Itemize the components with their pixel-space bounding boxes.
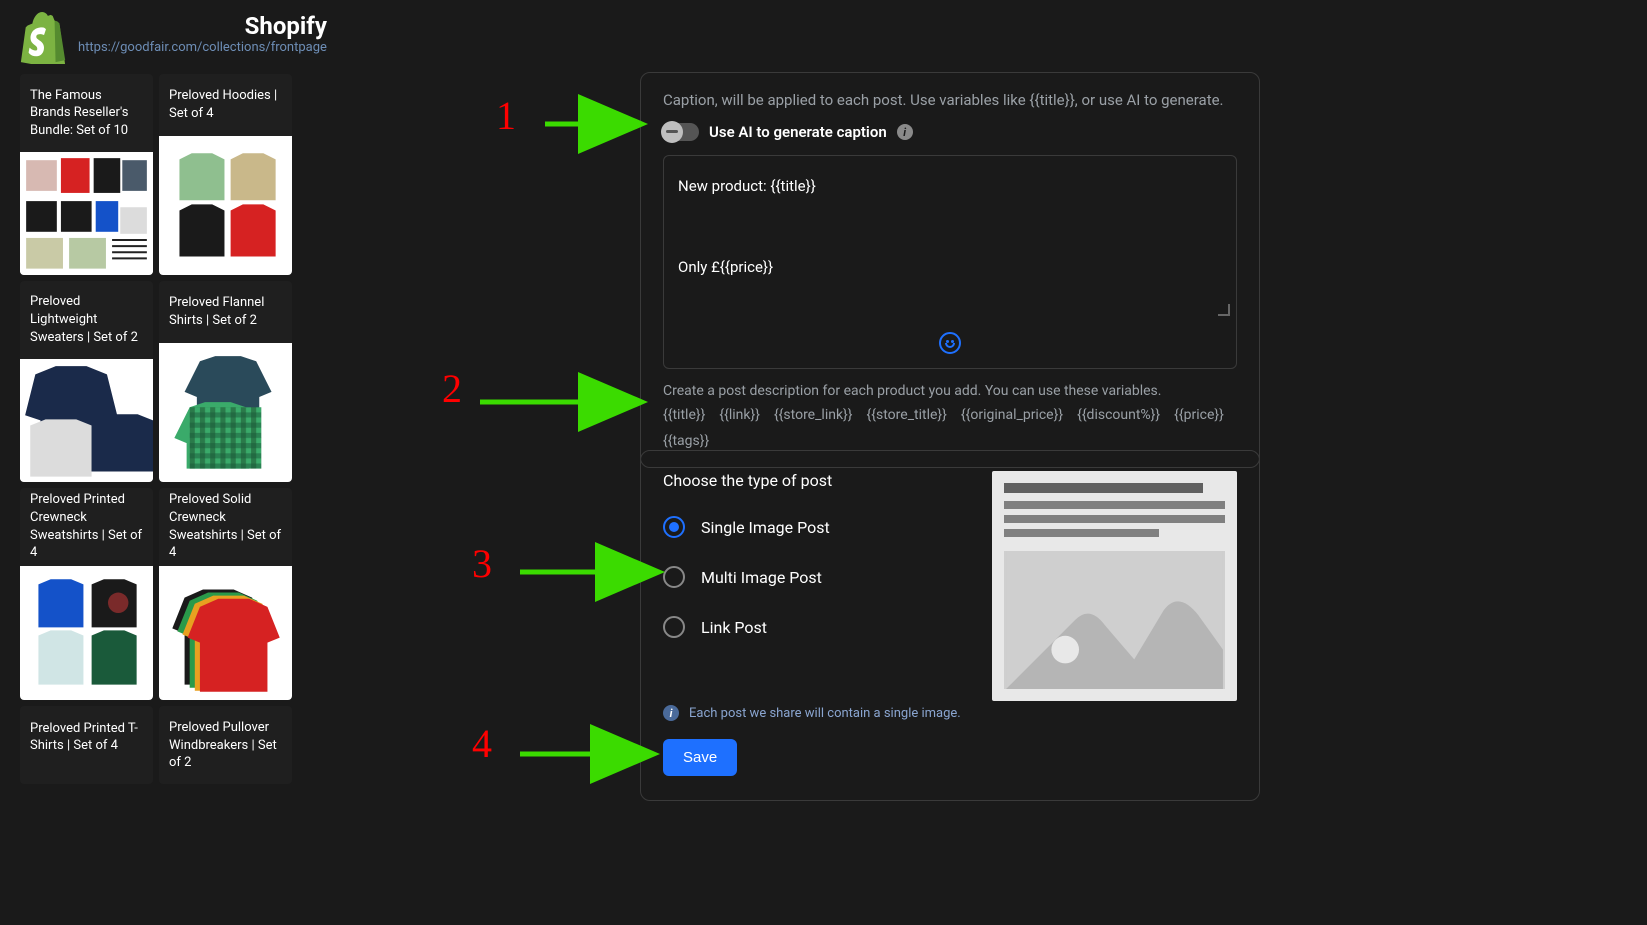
product-title: Preloved Flannel Shirts | Set of 2 <box>159 281 292 343</box>
store-header: Shopify https://goodfair.com/collections… <box>20 12 310 64</box>
annotation-number: 4 <box>472 720 492 767</box>
product-thumbnail <box>20 566 153 701</box>
variable-chip[interactable]: {{store_link}} <box>774 407 853 423</box>
variable-chip[interactable]: {{price}} <box>1174 407 1224 423</box>
product-card[interactable]: Preloved Hoodies | Set of 4 <box>159 74 292 275</box>
radio-label: Single Image Post <box>701 518 830 537</box>
variable-chip[interactable]: {{store_title}} <box>867 407 947 423</box>
product-card[interactable]: Preloved Lightweight Sweaters | Set of 2 <box>20 281 153 482</box>
product-card[interactable]: Preloved Printed Crewneck Sweatshirts | … <box>20 488 153 701</box>
annotation-number: 2 <box>442 365 462 412</box>
variable-chip[interactable]: {{discount%}} <box>1077 407 1160 423</box>
post-type-option-link[interactable]: Link Post <box>663 616 962 638</box>
post-type-option-multi[interactable]: Multi Image Post <box>663 566 962 588</box>
post-preview-thumbnail <box>992 471 1237 701</box>
radio-label: Multi Image Post <box>701 568 822 587</box>
variables-help-text: Create a post description for each produ… <box>663 383 1237 399</box>
product-thumbnail <box>20 152 153 275</box>
radio-icon <box>663 616 685 638</box>
product-card[interactable]: Preloved Pullover Windbreakers | Set of … <box>159 706 292 784</box>
variable-chip[interactable]: {{link}} <box>719 407 760 423</box>
variable-chip[interactable]: {{title}} <box>663 407 705 423</box>
product-title: The Famous Brands Reseller's Bundle: Set… <box>20 74 153 152</box>
save-button[interactable]: Save <box>663 739 737 776</box>
product-card[interactable]: Preloved Flannel Shirts | Set of 2 <box>159 281 292 482</box>
product-title: Preloved Hoodies | Set of 4 <box>159 74 292 136</box>
product-grid: The Famous Brands Reseller's Bundle: Set… <box>20 74 292 784</box>
variable-chip[interactable]: {{tags}} <box>663 433 709 449</box>
radio-icon <box>663 566 685 588</box>
product-title: Preloved Printed Crewneck Sweatshirts | … <box>20 488 153 566</box>
post-type-panel: Choose the type of post Single Image Pos… <box>640 450 1260 801</box>
emoji-picker-icon[interactable] <box>939 332 961 354</box>
annotation-number: 3 <box>472 540 492 587</box>
annotation-number: 1 <box>496 92 516 139</box>
product-card[interactable]: Preloved Solid Crewneck Sweatshirts | Se… <box>159 488 292 701</box>
store-platform-title: Shopify <box>78 12 327 40</box>
caption-help-text: Caption, will be applied to each post. U… <box>663 91 1237 109</box>
info-icon[interactable]: i <box>897 124 913 140</box>
product-card[interactable]: The Famous Brands Reseller's Bundle: Set… <box>20 74 153 275</box>
product-title: Preloved Lightweight Sweaters | Set of 2 <box>20 281 153 359</box>
variables-list: {{title}} {{link}} {{store_link}} {{stor… <box>663 407 1237 449</box>
ai-caption-label: Use AI to generate caption <box>709 123 887 141</box>
product-thumbnail <box>159 566 292 701</box>
caption-template-input[interactable] <box>664 156 1236 316</box>
product-title: Preloved Solid Crewneck Sweatshirts | Se… <box>159 488 292 566</box>
post-type-hint: Each post we share will contain a single… <box>689 706 961 721</box>
post-type-heading: Choose the type of post <box>663 471 962 490</box>
shopify-logo-icon <box>20 12 68 64</box>
radio-icon <box>663 516 685 538</box>
product-thumbnail <box>159 136 292 275</box>
product-sidebar: Shopify https://goodfair.com/collections… <box>20 12 310 894</box>
caption-panel: Caption, will be applied to each post. U… <box>640 72 1260 468</box>
radio-label: Link Post <box>701 618 767 637</box>
product-card[interactable]: Preloved Printed T-Shirts | Set of 4 <box>20 706 153 784</box>
caption-template-box <box>663 155 1237 369</box>
image-placeholder-icon <box>1004 551 1225 689</box>
variable-chip[interactable]: {{original_price}} <box>961 407 1063 423</box>
info-icon: i <box>663 705 679 721</box>
ai-caption-toggle[interactable] <box>663 123 699 141</box>
product-thumbnail <box>20 359 153 482</box>
store-url[interactable]: https://goodfair.com/collections/frontpa… <box>78 40 327 55</box>
product-title: Preloved Pullover Windbreakers | Set of … <box>159 706 292 784</box>
product-thumbnail <box>159 343 292 482</box>
post-type-option-single[interactable]: Single Image Post <box>663 516 962 538</box>
product-title: Preloved Printed T-Shirts | Set of 4 <box>20 706 153 768</box>
